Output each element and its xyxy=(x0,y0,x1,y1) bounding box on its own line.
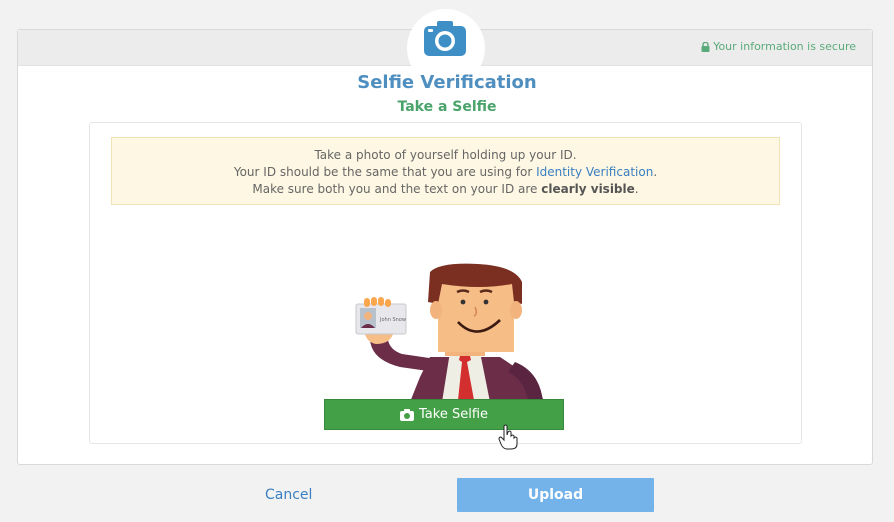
clearly-visible-text: clearly visible xyxy=(541,182,635,196)
take-selfie-button[interactable]: Take Selfie xyxy=(324,399,564,430)
secure-text: Your information is secure xyxy=(713,40,856,53)
hand-cursor-icon xyxy=(498,424,518,450)
secure-notice: Your information is secure xyxy=(701,40,856,53)
upload-button[interactable]: Upload xyxy=(457,478,654,512)
camera-icon xyxy=(424,21,466,56)
page-title: Selfie Verification xyxy=(357,72,537,93)
cancel-link[interactable]: Cancel xyxy=(265,487,312,503)
page-subtitle: Take a Selfie xyxy=(397,99,497,115)
camera-icon xyxy=(400,408,414,421)
notice-line-2: Your ID should be the same that you are … xyxy=(233,165,658,179)
instructions-notice: Take a photo of yourself holding up your… xyxy=(111,137,780,205)
notice-line-1: Take a photo of yourself holding up your… xyxy=(314,148,577,162)
id-card-name: John Snow xyxy=(379,317,406,323)
identity-verification-link[interactable]: Identity Verification xyxy=(536,165,653,179)
take-selfie-label: Take Selfie xyxy=(419,407,488,422)
lock-icon xyxy=(701,41,710,52)
notice-line-3: Make sure both you and the text on your … xyxy=(252,182,639,196)
person-holding-id-illustration: John Snow xyxy=(355,263,545,402)
